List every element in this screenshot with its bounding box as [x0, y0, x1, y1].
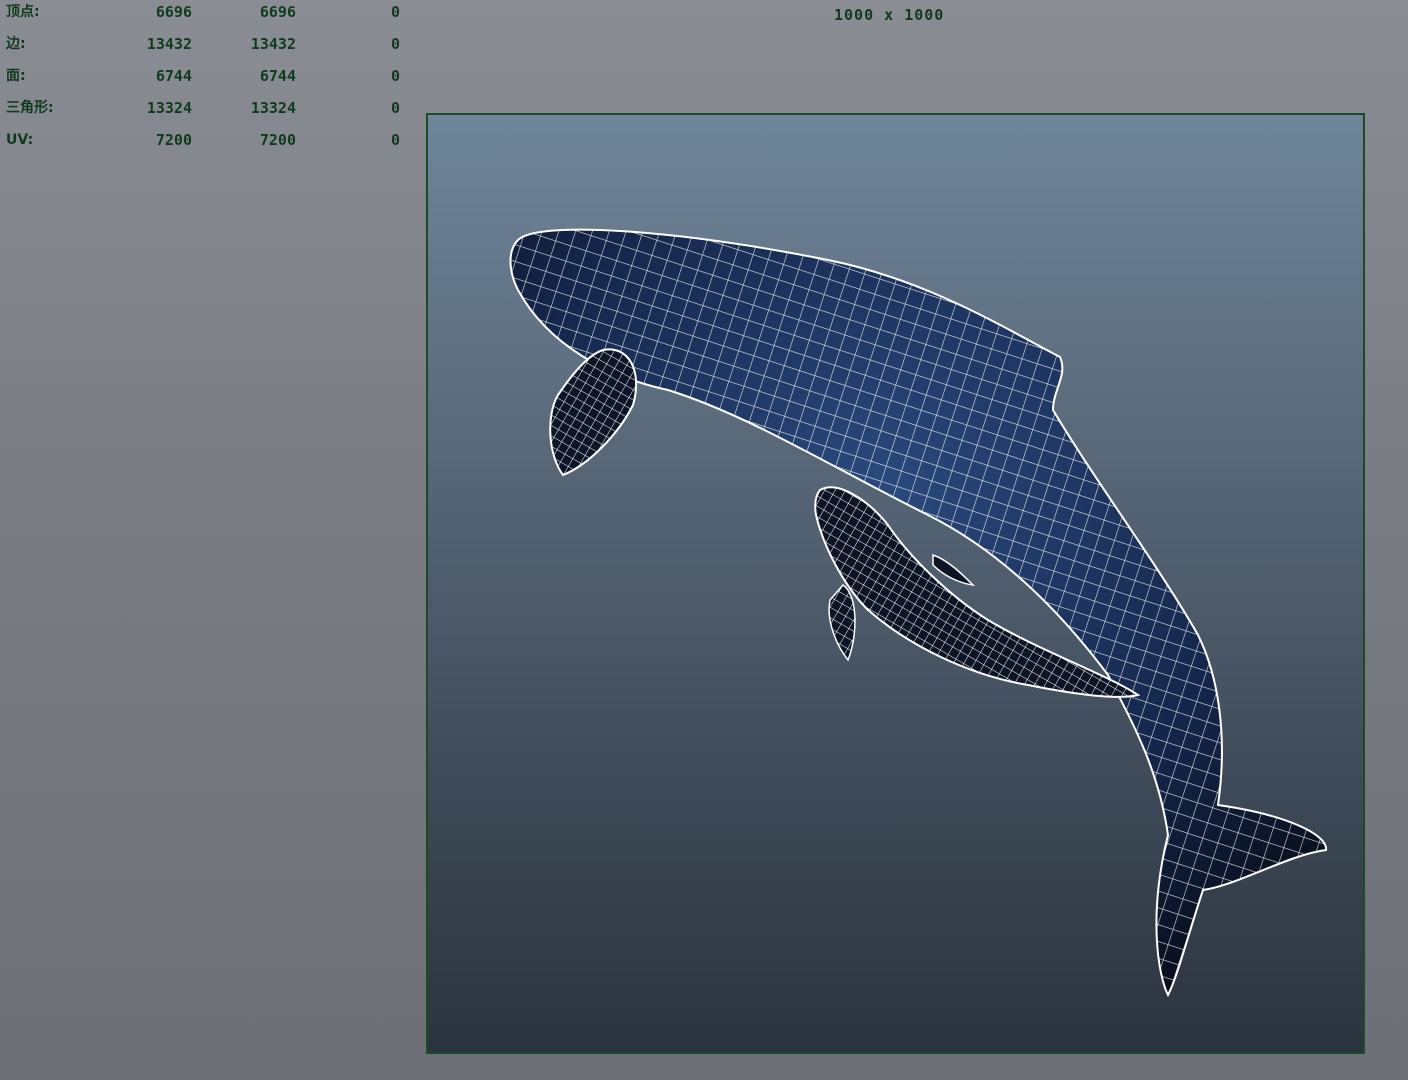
hud-label-edges: 边:	[6, 36, 26, 52]
hud-value: 6744	[155, 67, 192, 85]
hud-row-uvs: UV: 7200 7200 0	[0, 128, 420, 152]
hud-label-vertices: 顶点:	[6, 4, 40, 20]
hud-value: 6696	[259, 3, 296, 21]
hud-value: 13432	[250, 35, 296, 53]
resolution-gate-label: 1000 x 1000	[834, 6, 945, 24]
hud-value: 6696	[155, 3, 192, 21]
hud-value: 13324	[250, 99, 296, 117]
hud-row-vertices: 顶点: 6696 6696 0	[0, 0, 420, 24]
hud-value: 7200	[155, 131, 192, 149]
hud-value: 0	[390, 99, 400, 117]
hud-value: 0	[390, 35, 400, 53]
render-gate-viewport[interactable]	[426, 113, 1365, 1054]
hud-value: 13432	[146, 35, 192, 53]
hud-value: 0	[390, 67, 400, 85]
hud-row-faces: 面: 6744 6744 0	[0, 64, 420, 88]
hud-value: 0	[390, 131, 400, 149]
hud-row-triangles: 三角形: 13324 13324 0	[0, 96, 420, 120]
hud-value: 7200	[259, 131, 296, 149]
hud-label-faces: 面:	[6, 68, 26, 84]
whale-wireframe-icon	[509, 228, 1328, 998]
hud-value: 6744	[259, 67, 296, 85]
hud-label-triangles: 三角形:	[6, 100, 54, 116]
hud-value: 13324	[146, 99, 192, 117]
hud-label-uvs: UV:	[6, 132, 34, 148]
hud-value: 0	[390, 3, 400, 21]
hud-row-edges: 边: 13432 13432 0	[0, 32, 420, 56]
